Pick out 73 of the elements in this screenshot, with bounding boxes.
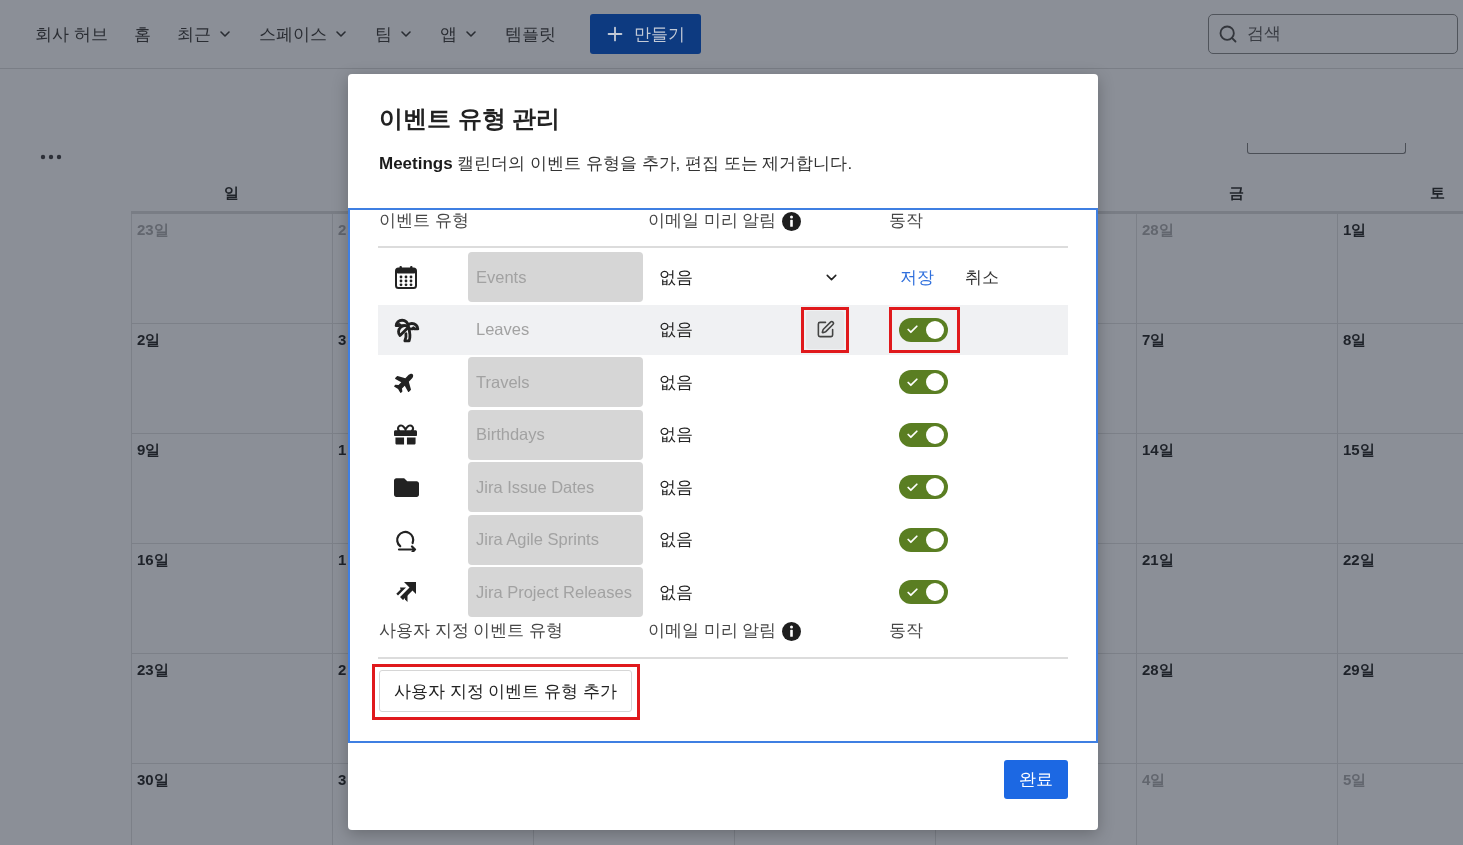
day-number: 28일 (1142, 661, 1174, 678)
day-number: 7일 (1142, 331, 1166, 348)
weekday-label: 일 (224, 184, 239, 202)
toggle-switch[interactable] (899, 475, 948, 499)
gift-icon (394, 423, 417, 446)
check-icon (906, 375, 919, 389)
toggle-switch[interactable] (899, 317, 948, 342)
more-icon[interactable] (40, 154, 62, 160)
reminder-text: 없음 (658, 476, 693, 499)
stacked-arrows-icon (394, 580, 418, 604)
toggle-switch[interactable] (899, 422, 948, 447)
nav-item[interactable]: 홈 (133, 22, 151, 46)
day-number: 3 (338, 771, 347, 788)
reminder-text: 없음 (658, 424, 693, 446)
calendar-icon (394, 265, 418, 289)
day-number: 23일 (137, 661, 169, 678)
name-field[interactable]: Leaves (468, 304, 643, 355)
check-icon (906, 428, 919, 441)
reminder-select[interactable]: 없음 (648, 257, 849, 297)
search-icon (1218, 24, 1238, 44)
day-number: 29일 (1343, 661, 1375, 678)
nav-item[interactable]: 최근 (176, 22, 233, 46)
info-icon[interactable] (782, 211, 802, 231)
column-header: 동작 (889, 620, 923, 642)
nav-item[interactable]: 앱 (439, 22, 479, 46)
day-number: 1 (338, 551, 347, 568)
day-number: 30일 (137, 771, 169, 788)
nav-item[interactable]: 템플릿 (504, 22, 556, 46)
column-header: 이메일 미리 알림 (648, 210, 777, 232)
check-icon (906, 533, 919, 546)
reminder-text: 없음 (658, 529, 693, 551)
day-number: 21일 (1142, 551, 1174, 568)
day-number: 15일 (1343, 441, 1375, 458)
dialog-title: 이벤트 유형 관리 (379, 104, 562, 134)
day-number: 9일 (137, 441, 161, 458)
day-number: 1 (338, 441, 347, 458)
column-header: 동작 (889, 210, 923, 232)
reminder-text: 없음 (658, 371, 693, 394)
day-number: 2일 (137, 331, 161, 348)
dialog-description: Meetings 캘린더의 이벤트 유형을 추가, 편집 또는 제거합니다. (379, 153, 854, 175)
palm-tree-icon (394, 316, 420, 343)
event-type-row[interactable]: Leaves 없음 (378, 304, 1068, 355)
action-link[interactable]: 저장 (900, 265, 934, 289)
add-custom-type-button[interactable]: 사용자 지정 이벤트 유형 추가 (379, 670, 632, 712)
day-number: 3 (338, 331, 347, 348)
nav-item[interactable]: 팀 (374, 22, 414, 46)
edit-icon (815, 320, 835, 339)
toggle-switch[interactable] (899, 370, 948, 394)
reminder-text: 없음 (658, 319, 693, 341)
check-icon (906, 323, 919, 336)
column-header: 이메일 미리 알림 (648, 620, 777, 642)
day-number: 14일 (1142, 441, 1174, 458)
done-button[interactable]: 완료 (1004, 760, 1068, 799)
nav-item[interactable]: 스페이스 (258, 22, 349, 46)
day-number: 22일 (1343, 551, 1375, 568)
day-number: 16일 (137, 551, 169, 568)
info-icon[interactable] (782, 621, 802, 641)
check-icon (906, 480, 919, 494)
create-button[interactable]: 만들기 (589, 14, 701, 54)
check-icon (906, 585, 919, 599)
column-header: 이벤트 유형 (379, 210, 469, 232)
column-header: 사용자 지정 이벤트 유형 (379, 620, 564, 642)
day-number: 1일 (1343, 221, 1367, 238)
toggle-switch[interactable] (899, 527, 948, 552)
day-number: 2 (338, 661, 347, 678)
weekday-label: 토 (1430, 184, 1445, 202)
search-field[interactable]: 검색 (1208, 14, 1458, 54)
toggle-switch[interactable] (899, 580, 948, 604)
action-link[interactable]: 취소 (965, 265, 999, 289)
nav-item[interactable]: 회사 허브 (35, 22, 108, 46)
day-number: 8일 (1343, 331, 1367, 348)
reminder-text: 없음 (658, 581, 693, 604)
weekday-label: 금 (1229, 184, 1244, 202)
